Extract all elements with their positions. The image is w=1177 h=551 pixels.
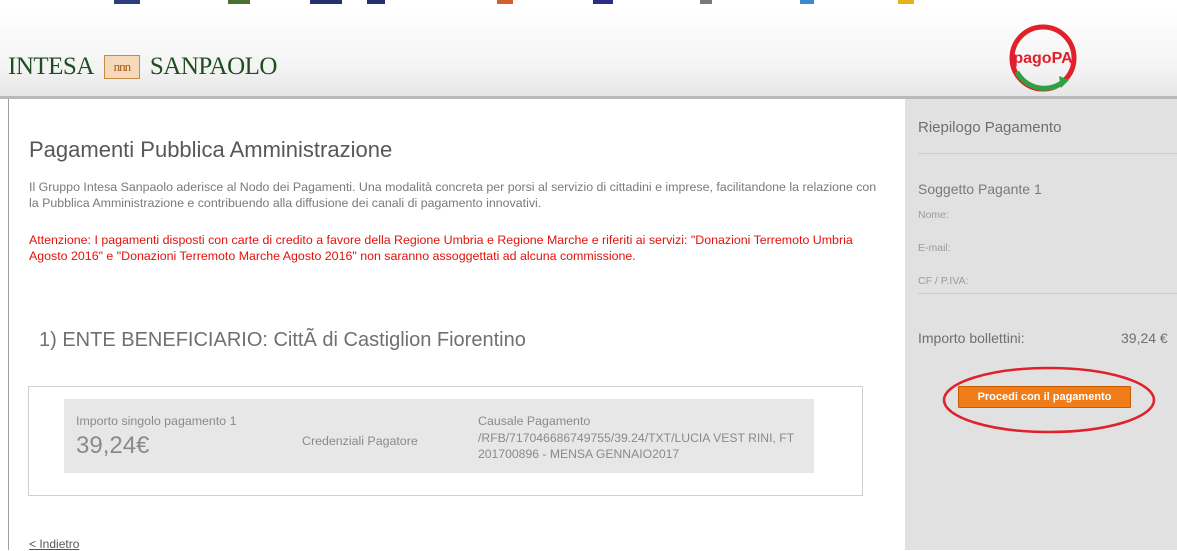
toolbar-icon xyxy=(800,0,814,4)
toolbar-icon xyxy=(593,0,613,4)
toolbar-icon xyxy=(898,0,914,4)
page-title: Pagamenti Pubblica Amministrazione xyxy=(29,137,393,162)
importo-label: Importo singolo pagamento 1 xyxy=(76,414,237,428)
causale-value: /RFB/717046686749755/39.24/TXT/LUCIA VES… xyxy=(478,431,794,461)
intesa-sanpaolo-logo[interactable]: INTESA nnn SANPAOLO xyxy=(8,52,277,82)
importo-bollettini-value: 39,24 € xyxy=(1121,330,1168,346)
pagopa-logo-icon: pagoPA xyxy=(1009,24,1077,92)
site-header: INTESA nnn SANPAOLO pagoPA xyxy=(0,8,1177,99)
toolbar-icon xyxy=(114,0,140,4)
subject-heading: Soggetto Pagante 1 xyxy=(918,181,1042,197)
payment-card: Importo singolo pagamento 1 39,24€ Crede… xyxy=(28,386,863,496)
payment-summary-sidebar: Riepilogo Pagamento Soggetto Pagante 1 N… xyxy=(905,99,1177,550)
importo-bollettini-label: Importo bollettini: xyxy=(918,330,1025,346)
payment-detail-box: Importo singolo pagamento 1 39,24€ Crede… xyxy=(64,399,814,473)
email-label: E-mail: xyxy=(918,242,951,254)
toolbar-icon xyxy=(310,0,342,4)
cf-label: CF / P.IVA: xyxy=(918,275,969,287)
brand-emblem-icon: nnn xyxy=(103,55,140,79)
toolbar-icon xyxy=(228,0,250,4)
brand-left-text: INTESA xyxy=(8,53,94,80)
ente-heading: 1) ENTE BENEFICIARIO: CittÃ di Castiglio… xyxy=(39,329,526,351)
divider xyxy=(918,153,1177,154)
proceed-payment-button[interactable]: Procedi con il pagamento xyxy=(958,386,1131,408)
intro-text: Il Gruppo Intesa Sanpaolo aderisce al No… xyxy=(29,180,877,210)
toolbar-icon xyxy=(367,0,385,4)
divider xyxy=(918,293,1177,294)
brand-right-text: SANPAOLO xyxy=(149,53,278,80)
credenziali-label: Credenziali Pagatore xyxy=(302,434,418,448)
nome-label: Nome: xyxy=(918,209,949,221)
importo-value: 39,24€ xyxy=(76,432,150,459)
toolbar-icon xyxy=(700,0,712,4)
main-content: Pagamenti Pubblica Amministrazione Il Gr… xyxy=(8,99,905,551)
toolbar-icon xyxy=(497,0,513,4)
causale-label: Causale Pagamento xyxy=(478,414,591,428)
back-link[interactable]: < Indietro xyxy=(29,537,79,551)
summary-title: Riepilogo Pagamento xyxy=(918,119,1062,136)
warning-text: Attenzione: I pagamenti disposti con car… xyxy=(29,233,853,263)
pagopa-logo-text: pagoPA xyxy=(1013,50,1073,67)
